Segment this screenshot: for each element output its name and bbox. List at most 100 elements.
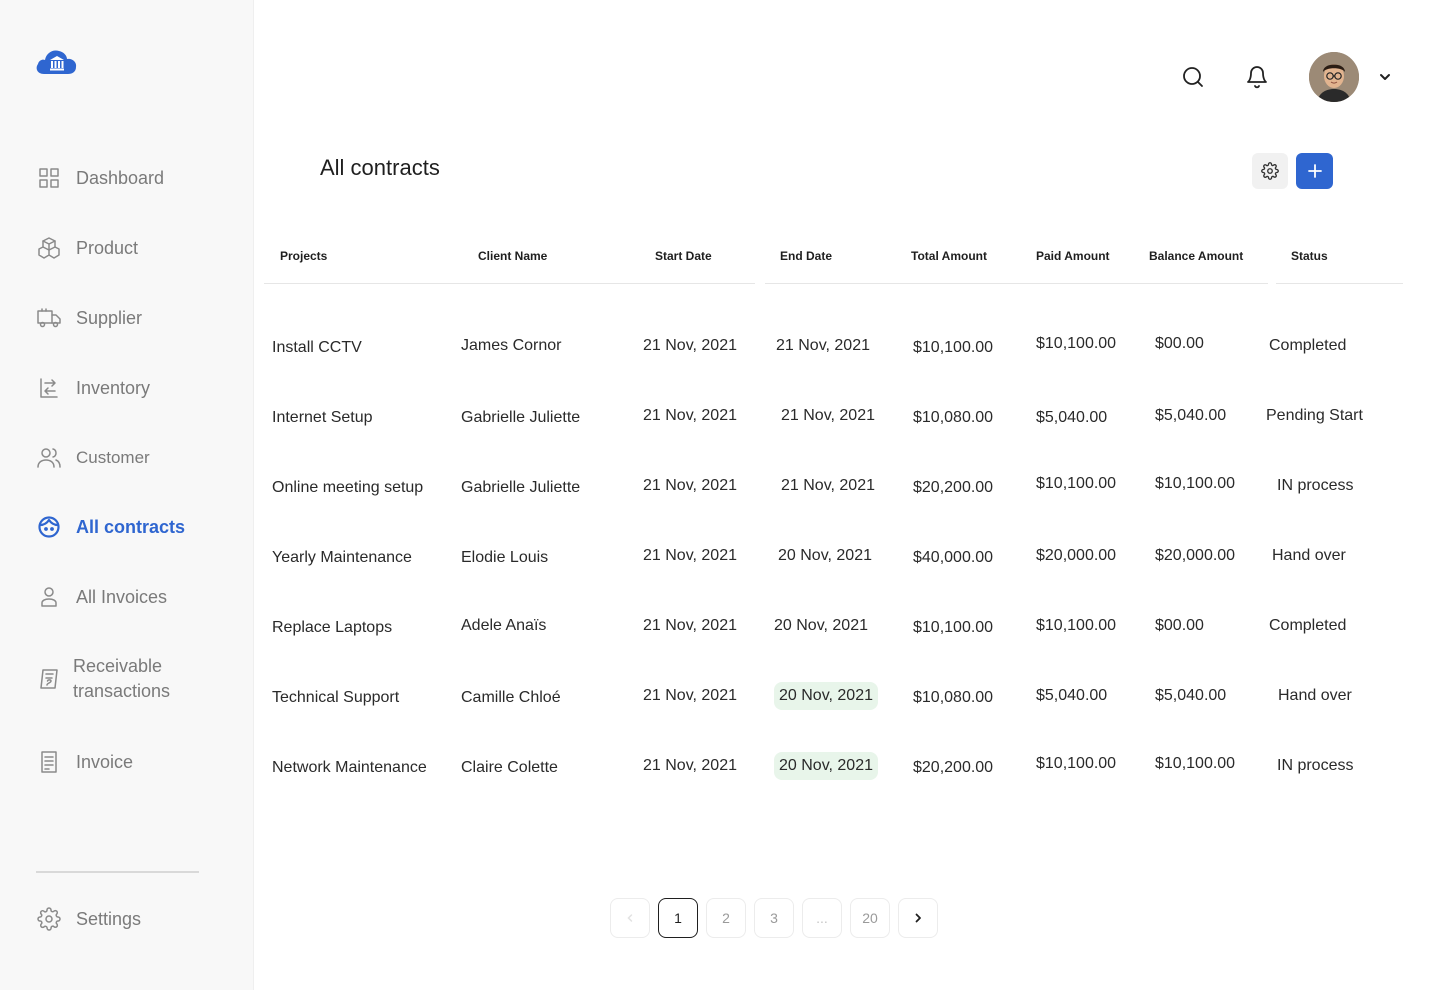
cell-balance-amount: $5,040.00: [1155, 407, 1227, 424]
column-header-client-name[interactable]: Client Name: [478, 249, 547, 263]
search-icon[interactable]: [1181, 65, 1205, 94]
cell-start-date: 21 Nov, 2021: [643, 337, 737, 354]
cell-paid-amount: $10,100.00: [1036, 755, 1117, 772]
cell-balance-amount: $20,000.00: [1155, 547, 1236, 564]
cell-client: Gabrielle Juliette: [461, 479, 581, 496]
grid-icon: [36, 165, 62, 191]
add-contract-button[interactable]: [1296, 153, 1333, 189]
face-icon: [36, 514, 62, 540]
pagination-ellipsis: ...: [802, 898, 842, 938]
cell-total-amount: $10,100.00: [913, 619, 994, 636]
column-header-balance-amount[interactable]: Balance Amount: [1149, 249, 1243, 263]
cell-start-date: 21 Nov, 2021: [643, 547, 737, 564]
sidebar-item-label-line1: Receivable: [73, 656, 163, 676]
column-header-total-amount[interactable]: Total Amount: [911, 249, 987, 263]
sidebar-item-label: All Invoices: [76, 586, 168, 607]
bell-icon[interactable]: [1245, 64, 1269, 95]
cell-paid-amount: $10,100.00: [1036, 335, 1117, 352]
column-header-status[interactable]: Status: [1291, 249, 1328, 263]
header-divider: [765, 283, 1268, 284]
cell-end-date: 21 Nov, 2021: [781, 477, 875, 494]
chevron-left-icon: [627, 914, 633, 922]
cell-client: Claire Colette: [461, 759, 558, 776]
pagination-page-1[interactable]: 1: [658, 898, 698, 938]
chevron-right-icon: [915, 913, 921, 923]
cell-project: Yearly Maintenance: [272, 549, 412, 566]
cell-paid-amount: $10,100.00: [1036, 475, 1117, 492]
sidebar-item-label: Invoice: [76, 751, 134, 772]
sidebar-item-customer[interactable]: Customer: [36, 445, 150, 471]
cell-status: Hand over: [1272, 547, 1346, 564]
cell-paid-amount: $5,040.00: [1036, 687, 1108, 704]
gear-icon: [36, 906, 62, 932]
settings-button[interactable]: [1252, 153, 1288, 189]
sidebar-item-invoice[interactable]: Invoice: [36, 749, 133, 775]
cell-end-date: 20 Nov, 2021: [778, 547, 872, 564]
cell-client: James Cornor: [461, 337, 562, 354]
cell-status: Hand over: [1278, 687, 1352, 704]
cell-paid-amount: $20,000.00: [1036, 547, 1117, 564]
cell-status: Completed: [1269, 617, 1347, 634]
cell-start-date: 21 Nov, 2021: [643, 617, 737, 634]
sidebar-item-receivable-transactions[interactable]: Receivable transactions: [36, 654, 170, 704]
sidebar-item-label-line2: transactions: [73, 681, 171, 701]
cell-total-amount: $10,100.00: [913, 339, 994, 356]
sidebar-divider: [36, 871, 199, 873]
sidebar-item-all-contracts[interactable]: All contracts: [36, 514, 185, 540]
column-header-projects[interactable]: Projects: [280, 249, 327, 263]
plus-icon: [1307, 164, 1322, 178]
sidebar-item-settings[interactable]: Settings: [36, 906, 141, 932]
pagination-next-button[interactable]: [898, 898, 938, 938]
sidebar-item-label: Dashboard: [76, 167, 165, 188]
cell-end-date: 20 Nov, 2021: [774, 617, 868, 634]
column-header-start-date[interactable]: Start Date: [655, 249, 712, 263]
page-title: All contracts: [320, 155, 440, 180]
person-icon: [36, 584, 62, 610]
sidebar-item-label: Settings: [76, 908, 142, 929]
cell-status: Completed: [1269, 337, 1347, 354]
sidebar-item-inventory[interactable]: Inventory: [36, 375, 150, 401]
sidebar-item-supplier[interactable]: Supplier: [36, 305, 142, 331]
bank-cloud-logo-icon[interactable]: [34, 44, 80, 80]
avatar[interactable]: [1309, 52, 1359, 102]
sidebar-item-dashboard[interactable]: Dashboard: [36, 165, 164, 191]
cell-end-date-highlighted: 20 Nov, 2021: [774, 682, 878, 710]
sidebar-item-all-invoices[interactable]: All Invoices: [36, 584, 167, 610]
inventory-icon: [36, 375, 62, 401]
cell-paid-amount: $10,100.00: [1036, 617, 1117, 634]
cell-total-amount: $20,200.00: [913, 759, 994, 776]
cell-status: IN process: [1277, 477, 1354, 494]
cell-client: Gabrielle Juliette: [461, 409, 581, 426]
cell-project: Online meeting setup: [272, 479, 424, 496]
cell-balance-amount: $10,100.00: [1155, 755, 1236, 772]
sidebar-item-label: Customer: [76, 448, 150, 467]
pagination-prev-button[interactable]: [610, 898, 650, 938]
cell-project: Network Maintenance: [272, 759, 427, 776]
header-divider: [264, 283, 755, 284]
cell-client: Camille Chloé: [461, 689, 561, 706]
column-header-paid-amount[interactable]: Paid Amount: [1036, 249, 1110, 263]
cell-status: Pending Start: [1266, 407, 1363, 424]
column-header-end-date[interactable]: End Date: [780, 249, 832, 263]
cell-end-date: 21 Nov, 2021: [781, 407, 875, 424]
cell-project: Install CCTV: [272, 339, 362, 356]
gear-icon: [1261, 162, 1279, 180]
cell-total-amount: $10,080.00: [913, 409, 994, 426]
truck-icon: [36, 305, 62, 331]
cell-start-date: 21 Nov, 2021: [643, 757, 737, 774]
cell-end-date: 21 Nov, 2021: [776, 337, 870, 354]
chevron-down-icon[interactable]: [1378, 70, 1392, 84]
cell-total-amount: $20,200.00: [913, 479, 994, 496]
pagination-page-2[interactable]: 2: [706, 898, 746, 938]
cell-balance-amount: $00.00: [1155, 617, 1204, 634]
boxes-icon: [36, 235, 62, 261]
pagination-page-3[interactable]: 3: [754, 898, 794, 938]
pagination-page-20[interactable]: 20: [850, 898, 890, 938]
invoice-icon: [36, 749, 62, 775]
cell-project: Internet Setup: [272, 409, 373, 426]
cell-paid-amount: $5,040.00: [1036, 409, 1108, 426]
header-divider: [1276, 283, 1403, 284]
receipt-icon: [36, 666, 62, 692]
sidebar-item-label: Product: [76, 237, 139, 258]
sidebar-item-product[interactable]: Product: [36, 235, 138, 261]
